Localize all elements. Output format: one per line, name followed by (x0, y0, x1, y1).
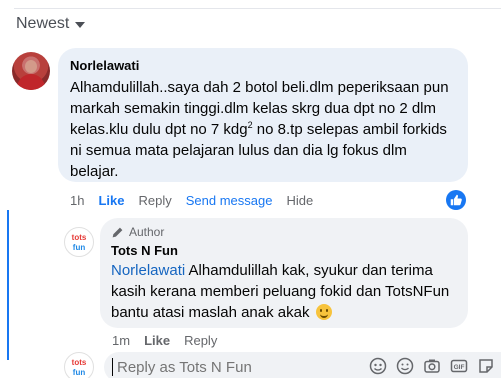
sort-dropdown[interactable]: Newest (16, 15, 86, 33)
comment-actions: 1h Like Reply Send message Hide (70, 193, 313, 208)
avatar[interactable] (12, 52, 50, 90)
reply-bubble: Author Tots N Fun Norlelawati Alhamdulil… (100, 218, 468, 328)
svg-text:tots: tots (72, 358, 87, 367)
like-button[interactable]: Like (98, 193, 124, 208)
author-badge: Author (111, 225, 457, 239)
comment-time[interactable]: 1h (70, 193, 84, 208)
caret-down-icon (75, 22, 86, 28)
reply-text: Norlelawati Alhamdulillah kak, syukur da… (111, 262, 450, 321)
svg-text:fun: fun (73, 368, 86, 377)
page-avatar[interactable]: tots fun (64, 227, 94, 257)
camera-icon[interactable] (423, 357, 441, 375)
send-message-button[interactable]: Send message (186, 193, 273, 208)
reply-button[interactable]: Reply (138, 193, 171, 208)
svg-text:tots: tots (72, 233, 87, 242)
text-cursor (112, 358, 113, 376)
thumbs-up-icon[interactable] (446, 190, 466, 210)
comment-author[interactable]: Norlelawati (70, 58, 456, 73)
thread-line (7, 210, 9, 360)
sticker-alt-icon[interactable] (477, 357, 495, 375)
sort-label: Newest (16, 15, 70, 32)
gif-icon[interactable]: GIF (450, 357, 468, 375)
top-divider (14, 8, 501, 9)
author-badge-label: Author (129, 225, 165, 239)
sticker-icon[interactable] (369, 357, 387, 375)
reply-input[interactable] (117, 358, 317, 376)
comment-bubble: Norlelawati Alhamdulillah..saya dah 2 bo… (58, 48, 468, 182)
pencil-icon (112, 227, 123, 237)
smile-emoji-icon (315, 304, 332, 320)
reply-reply-button[interactable]: Reply (184, 333, 217, 348)
hide-button[interactable]: Hide (286, 193, 313, 208)
svg-text:fun: fun (73, 243, 86, 252)
svg-text:GIF: GIF (454, 364, 465, 371)
composer-tools: GIF (369, 357, 495, 375)
reply-like-button[interactable]: Like (144, 333, 170, 348)
comment-text: Alhamdulillah..saya dah 2 botol beli.dlm… (70, 79, 449, 180)
emoji-icon[interactable] (396, 357, 414, 375)
compose-avatar: tots fun (64, 352, 94, 378)
reply-composer[interactable]: GIF (104, 352, 501, 378)
reply-actions: 1m Like Reply (112, 333, 217, 348)
reply-author[interactable]: Tots N Fun (111, 243, 457, 258)
mention-link[interactable]: Norlelawati (111, 262, 185, 279)
reply-time[interactable]: 1m (112, 333, 130, 348)
